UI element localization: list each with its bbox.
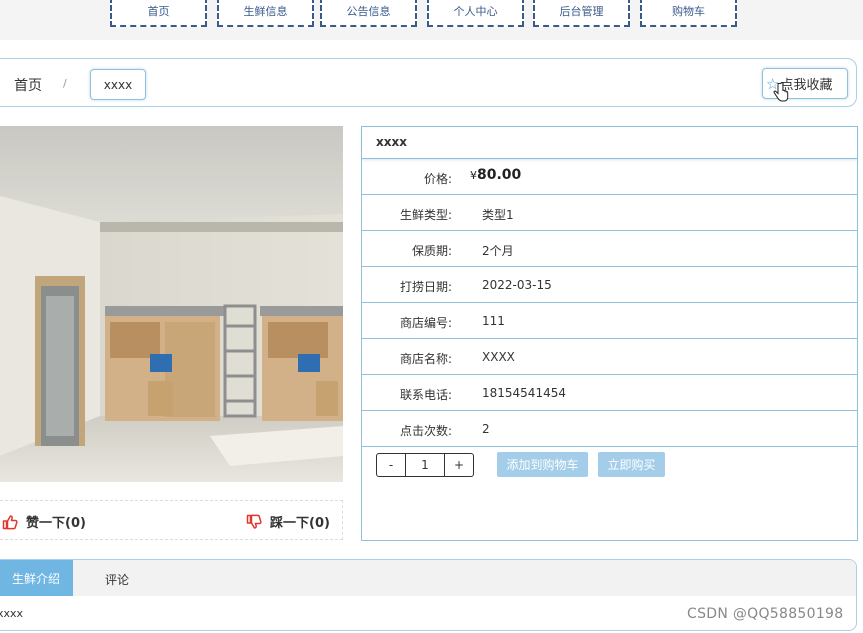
field-label: 商店名称: (399, 352, 452, 366)
nav-item-label: 公告信息 (346, 5, 391, 18)
hand-cursor-icon (773, 82, 789, 102)
field-label: 联系电话: (399, 388, 452, 402)
detail-row-shelf-life: 保质期: 2个月 (362, 231, 857, 267)
detail-row-price: 价格: ¥80.00 (362, 159, 857, 195)
field-value: 2 (482, 422, 490, 436)
detail-row-phone: 联系电话: 18154541454 (362, 375, 857, 411)
breadcrumb: 首页 / xxxx ☆ 点我收藏 (0, 58, 857, 107)
breadcrumb-current-label: xxxx (103, 77, 133, 92)
nav-item-label: 生鲜信息 (243, 5, 288, 18)
detail-row-shop-id: 商店编号: 111 (362, 303, 857, 339)
thumbs-down-icon (246, 514, 262, 529)
add-to-cart-button[interactable]: 添加到购物车 (497, 452, 588, 477)
tab-content: xxxx (0, 607, 24, 620)
detail-row-shop-name: 商店名称: XXXX (362, 339, 857, 375)
nav-item-label: 后台管理 (559, 5, 604, 18)
nav-item-label: 个人中心 (453, 5, 498, 18)
product-detail-panel: xxxx 价格: ¥80.00 生鲜类型: 类型1 保质期: 2个月 打捞日期:… (361, 126, 858, 541)
product-title: xxxx (362, 127, 857, 159)
tab-comments[interactable]: 评论 (105, 571, 129, 588)
tabs-header: 生鲜介绍 评论 (0, 560, 856, 596)
field-value: 2022-03-15 (482, 278, 552, 292)
like-label: 赞一下(0) (26, 516, 86, 531)
detail-row-type: 生鲜类型: 类型1 (362, 195, 857, 231)
nav-item-cart[interactable]: 购物车 (640, 0, 737, 27)
nav-item-announcements[interactable]: 公告信息 (320, 0, 417, 27)
nav-item-home[interactable]: 首页 (110, 0, 207, 27)
nav-item-fresh-info[interactable]: 生鲜信息 (217, 0, 314, 27)
vote-bar: 赞一下(0) 踩一下(0) (0, 500, 343, 540)
field-value: 18154541454 (482, 386, 566, 400)
nav-item-admin[interactable]: 后台管理 (533, 0, 630, 27)
breadcrumb-separator: / (63, 77, 67, 90)
detail-row-catch-date: 打捞日期: 2022-03-15 (362, 267, 857, 303)
thumbs-up-icon (2, 514, 18, 529)
quantity-input[interactable]: 1 (406, 453, 444, 477)
like-button[interactable]: 赞一下(0) (2, 512, 86, 531)
nav-item-label: 首页 (147, 5, 170, 18)
quantity-stepper: - 1 + (376, 453, 474, 477)
cart-actions: - 1 + 添加到购物车 立即购买 (362, 447, 857, 482)
increment-button[interactable]: + (444, 453, 474, 477)
price-symbol: ¥ (470, 169, 477, 182)
field-value: 类型1 (482, 208, 514, 222)
field-label: 生鲜类型: (399, 208, 452, 222)
field-label: 打捞日期: (399, 280, 452, 294)
field-label: 保质期: (411, 244, 452, 258)
product-image (0, 126, 343, 482)
field-label: 价格: (423, 172, 452, 186)
detail-row-click-count: 点击次数: 2 (362, 411, 857, 447)
price-amount: 80.00 (477, 167, 522, 183)
dislike-label: 踩一下(0) (270, 516, 330, 531)
breadcrumb-home[interactable]: 首页 (14, 75, 42, 95)
top-nav: 首页 生鲜信息 公告信息 个人中心 后台管理 购物车 (0, 0, 863, 40)
field-value: XXXX (482, 350, 515, 364)
watermark: CSDN @QQ58850198 (687, 606, 844, 622)
field-label: 商店编号: (399, 316, 452, 330)
dislike-button[interactable]: 踩一下(0) (246, 512, 330, 531)
decrement-button[interactable]: - (376, 453, 406, 477)
breadcrumb-current: xxxx (90, 69, 146, 100)
nav-item-personal-center[interactable]: 个人中心 (427, 0, 524, 27)
field-value: 2个月 (482, 244, 514, 258)
price-value: ¥80.00 (470, 167, 521, 183)
tab-introduction[interactable]: 生鲜介绍 (0, 560, 73, 596)
buy-now-button[interactable]: 立即购买 (598, 452, 665, 477)
field-value: 111 (482, 314, 505, 328)
nav-item-label: 购物车 (672, 5, 705, 18)
field-label: 点击次数: (399, 424, 452, 438)
